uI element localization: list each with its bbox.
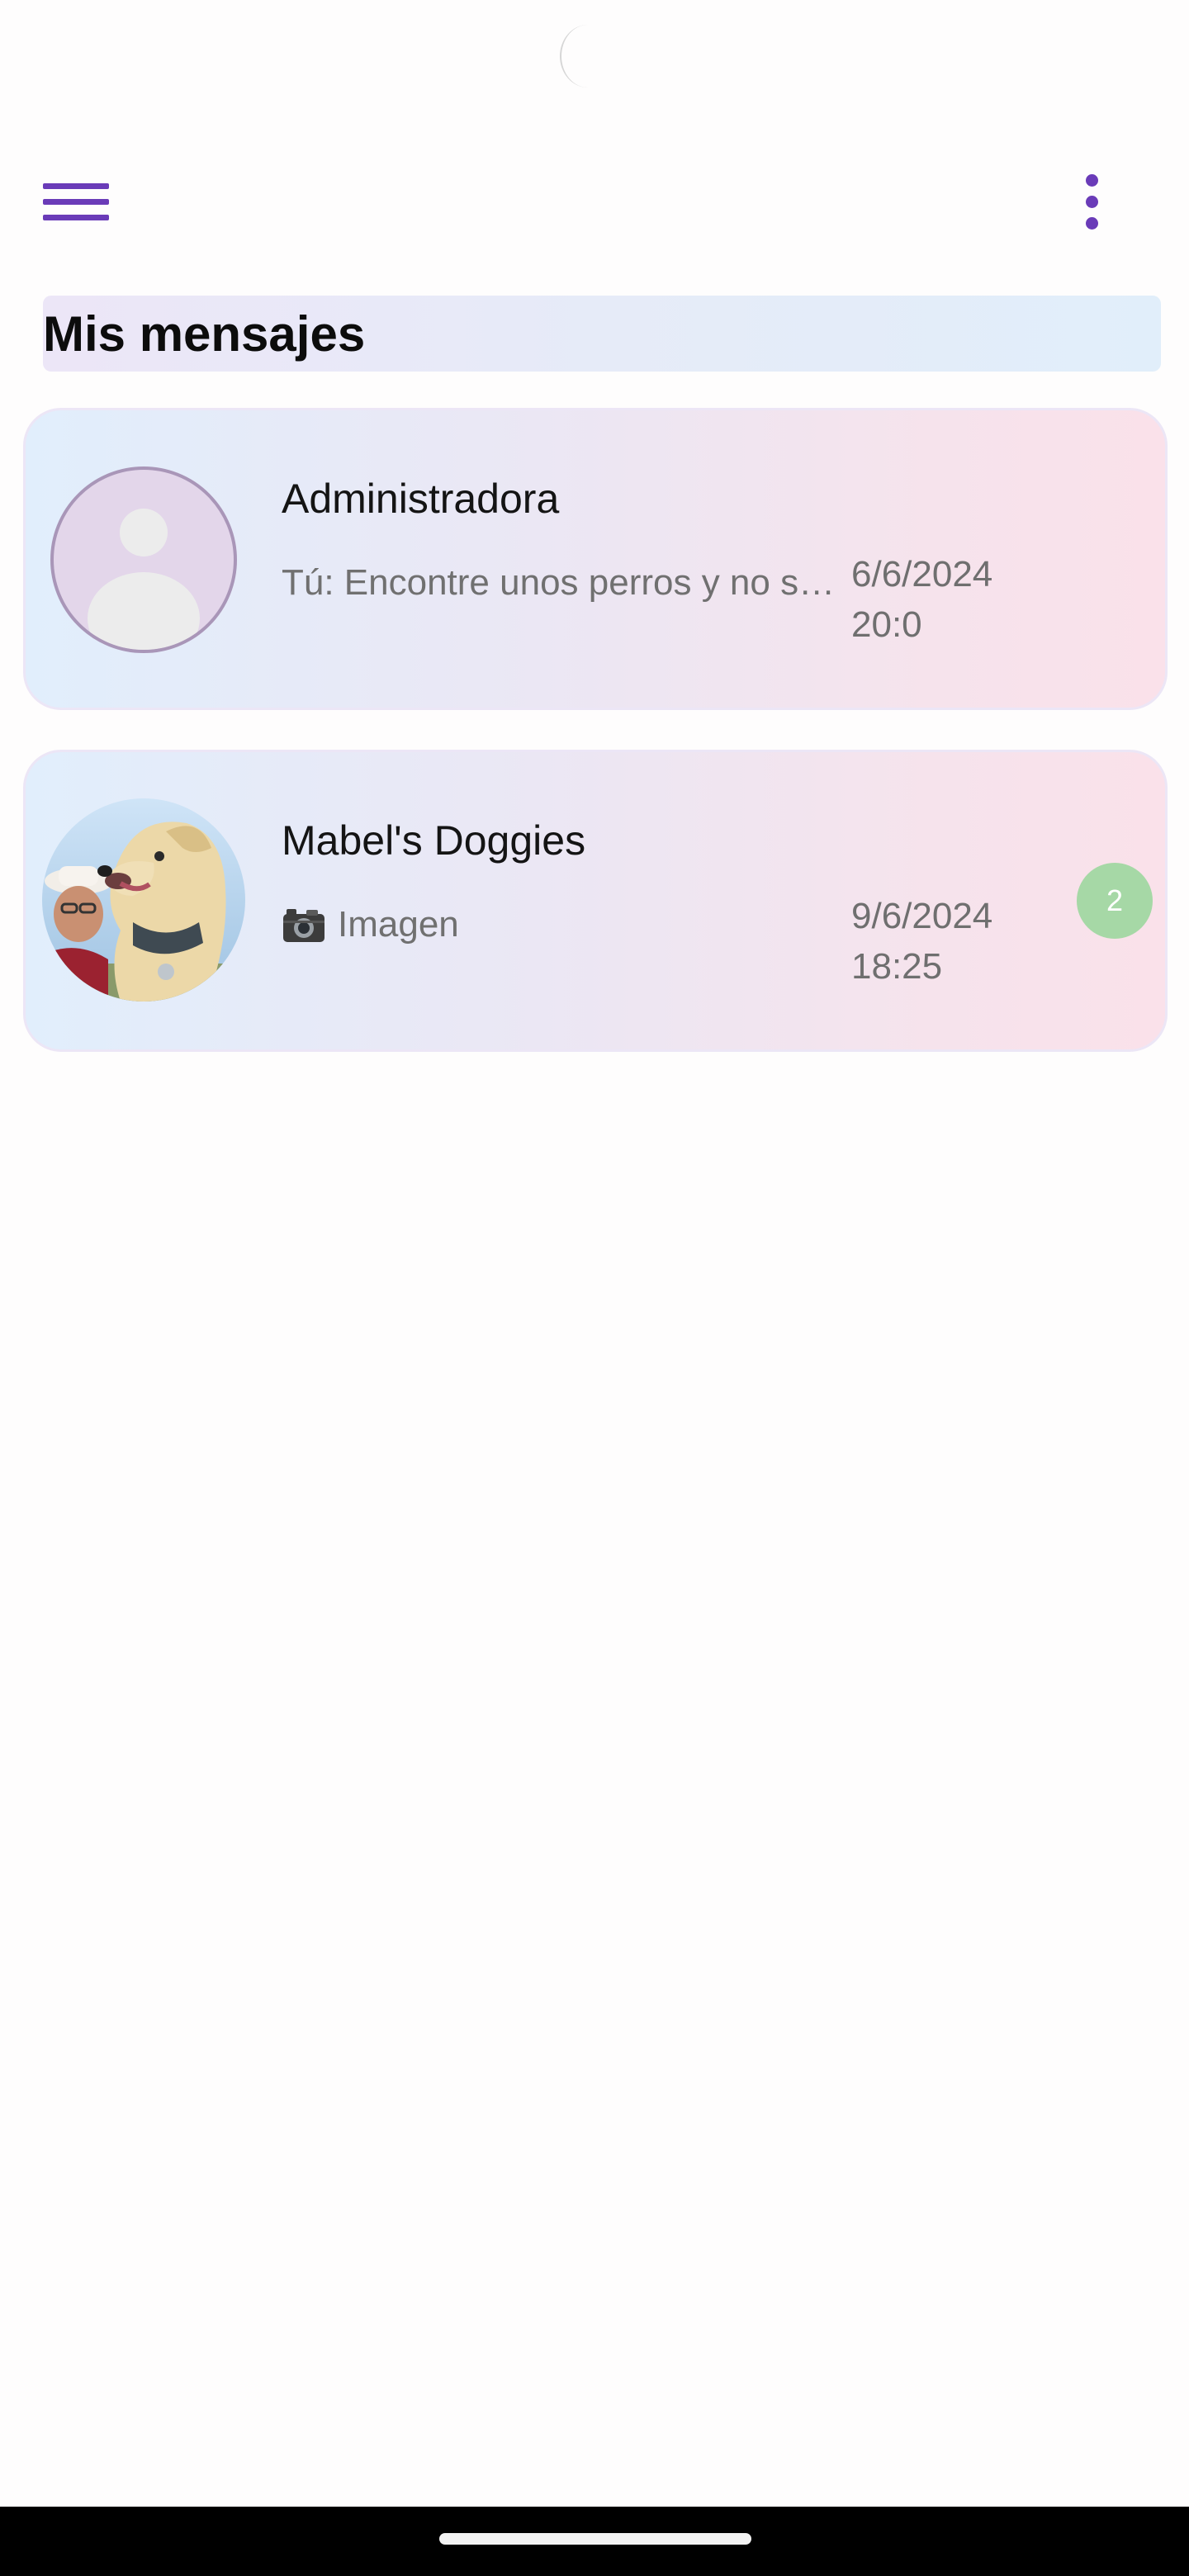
hamburger-menu-icon[interactable] xyxy=(43,170,117,233)
unread-count-badge: 2 xyxy=(1077,863,1153,939)
conversation-date: 6/6/2024 xyxy=(851,554,993,594)
conversation-date: 9/6/2024 xyxy=(851,896,993,936)
conversation-timestamp: 9/6/2024 18:25 xyxy=(851,891,992,992)
page-title-bar: Mis mensajes xyxy=(43,296,1161,372)
default-user-avatar-icon xyxy=(50,466,237,653)
conversation-preview: Imagen xyxy=(282,904,876,945)
conversation-time: 20:0 xyxy=(851,604,922,645)
messages-screen: Mis mensajes Administradora Tú: Encontre… xyxy=(0,0,1189,2576)
conversation-name: Mabel's Doggies xyxy=(282,817,586,864)
page-title: Mis mensajes xyxy=(43,305,366,362)
conversation-time: 18:25 xyxy=(851,946,943,987)
camera-icon xyxy=(283,909,324,942)
dog-profile-photo xyxy=(42,798,245,1002)
front-camera-cutout xyxy=(560,25,616,88)
conversation-list: Administradora Tú: Encontre unos perros … xyxy=(23,408,1168,1091)
more-vert-icon[interactable] xyxy=(1073,168,1110,234)
conversation-item-mabels-doggies[interactable]: Mabel's Doggies Imagen 9/6/2024 18:25 2 xyxy=(23,750,1168,1052)
person-silhouette-icon xyxy=(88,509,200,650)
home-indicator[interactable] xyxy=(439,2533,751,2545)
preview-text: Tú: Encontre unos perros y no s… xyxy=(282,562,836,603)
conversation-preview: Tú: Encontre unos perros y no s… xyxy=(282,562,876,604)
system-navigation-bar xyxy=(0,2507,1189,2576)
conversation-name: Administradora xyxy=(282,476,560,522)
preview-text: Imagen xyxy=(338,904,459,945)
dog-photo-illustration xyxy=(42,798,245,1002)
conversation-item-administradora[interactable]: Administradora Tú: Encontre unos perros … xyxy=(23,408,1168,710)
conversation-timestamp: 6/6/2024 20:0 xyxy=(851,549,992,650)
